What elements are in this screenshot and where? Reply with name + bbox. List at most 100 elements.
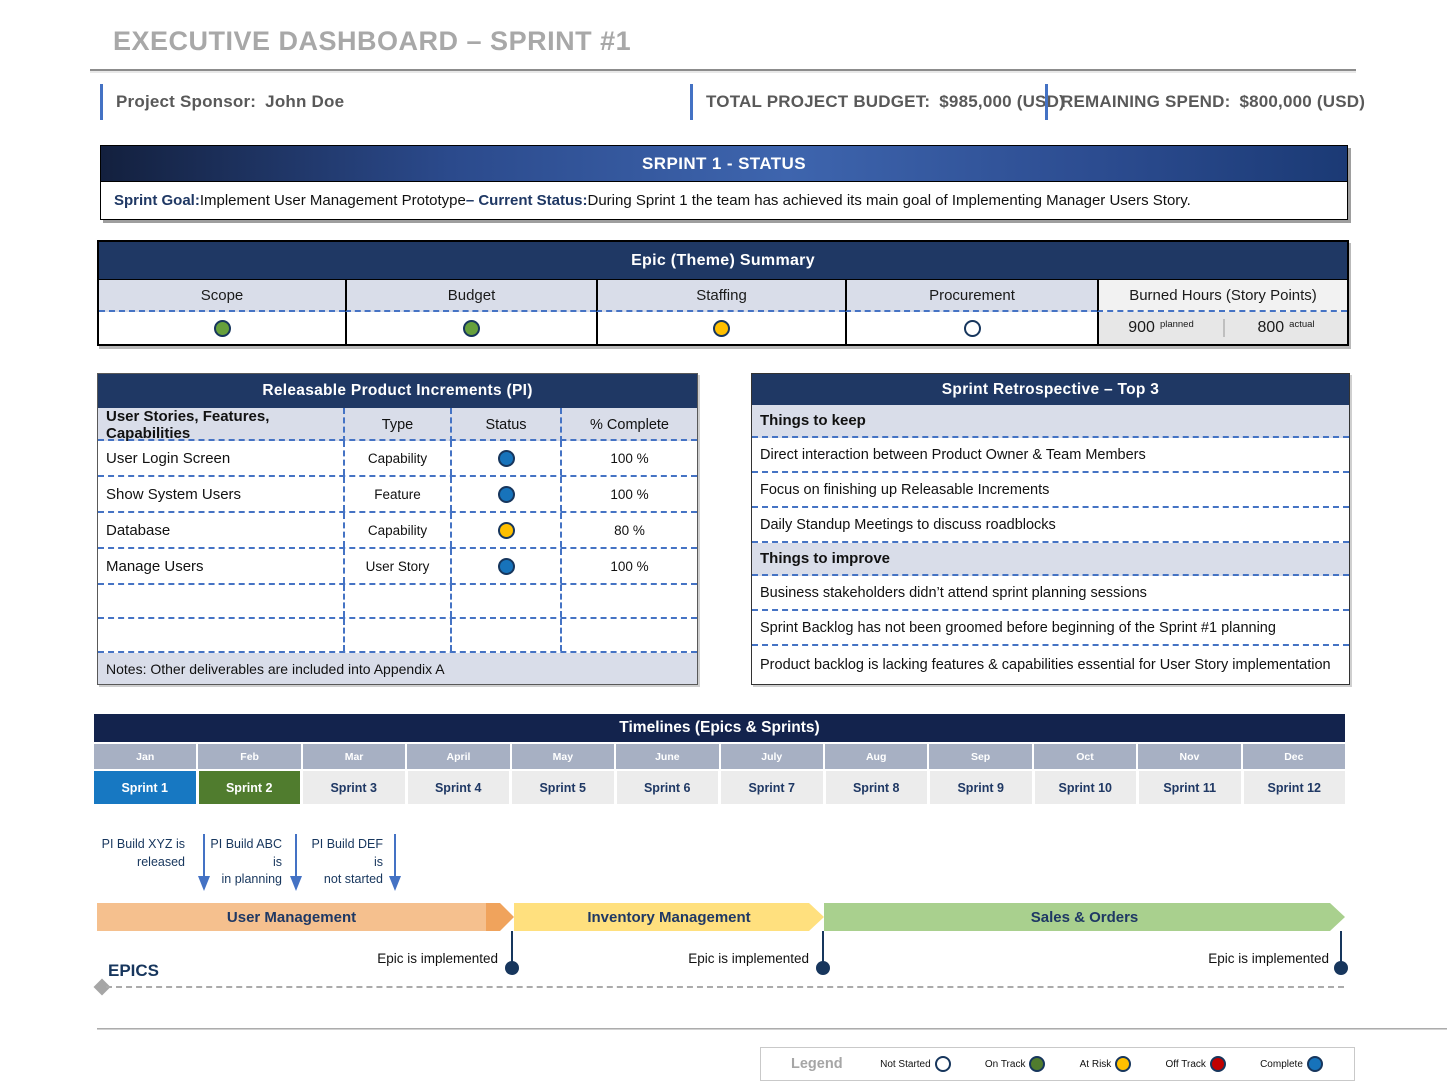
pi-row-name: Database xyxy=(98,513,343,547)
at-risk-status-dot xyxy=(713,320,730,337)
on-track-status-dot xyxy=(1029,1056,1045,1072)
epic-bar-user-management: User Management xyxy=(97,903,486,931)
sprint-cell: Sprint 4 xyxy=(408,771,510,804)
table-row: Manage Users User Story 100 % xyxy=(98,549,697,585)
month-cell: Jan xyxy=(94,744,196,769)
legend-item-not-started: Not Started xyxy=(880,1056,951,1072)
things-to-improve-header: Things to improve xyxy=(752,543,1349,576)
month-cell: Mar xyxy=(303,744,405,769)
sprint-cell: Sprint 6 xyxy=(617,771,719,804)
timeline-sprint-row: Sprint 1 Sprint 2 Sprint 3 Sprint 4 Spri… xyxy=(94,771,1345,804)
project-sponsor-value: John Doe xyxy=(265,92,344,112)
remaining-spend-value: $800,000 (USD) xyxy=(1239,92,1365,112)
budget-status-cell xyxy=(345,312,596,344)
legend-items: Not Started On Track At Risk Off Track C… xyxy=(863,1056,1354,1072)
staffing-status-cell xyxy=(596,312,845,344)
scope-header: Scope xyxy=(99,280,345,312)
pi-row-complete: 80 % xyxy=(560,513,697,547)
pi-row-status-cell xyxy=(450,477,560,511)
not-started-status-dot xyxy=(935,1056,951,1072)
legend: Legend Not Started On Track At Risk Off … xyxy=(760,1047,1355,1081)
legend-item-off-track: Off Track xyxy=(1166,1056,1226,1072)
pi-row-type: User Story xyxy=(343,549,450,583)
milestone-line xyxy=(511,931,513,963)
pi-row-name: Manage Users xyxy=(98,549,343,583)
table-row: User Login Screen Capability 100 % xyxy=(98,441,697,477)
total-budget-cell: TOTAL PROJECT BUDGET: $985,000 (USD) xyxy=(690,84,1065,120)
pi-row-name: Show System Users xyxy=(98,477,343,511)
table-row: Show System Users Feature 100 % xyxy=(98,477,697,513)
sprint-goal-label: Sprint Goal: xyxy=(114,192,200,209)
burned-hours-header: Burned Hours (Story Points) xyxy=(1097,280,1347,312)
sprint-goal-row: Sprint Goal: Implement User Management P… xyxy=(100,182,1348,220)
pi-row-complete: 100 % xyxy=(560,477,697,511)
sprint-cell: Sprint 7 xyxy=(721,771,823,804)
list-item: Focus on finishing up Releasable Increme… xyxy=(752,473,1349,508)
off-track-status-dot xyxy=(1210,1056,1226,1072)
sprint-cell: Sprint 3 xyxy=(303,771,405,804)
executive-dashboard-page: EXECUTIVE DASHBOARD – SPRINT #1 Project … xyxy=(0,0,1447,1087)
milestone-marker xyxy=(1334,961,1348,975)
complete-status-dot xyxy=(498,450,515,467)
epic-summary-grid: Scope Budget Staffing Procurement Burned… xyxy=(99,280,1347,344)
burned-actual-cell: 800 actual xyxy=(1223,319,1347,337)
pi-row-type: Capability xyxy=(343,513,450,547)
legend-item-at-risk: At Risk xyxy=(1080,1056,1132,1072)
burned-actual-suffix: actual xyxy=(1289,319,1314,330)
table-row-empty xyxy=(98,585,697,619)
pi-row-status-cell xyxy=(450,513,560,547)
down-arrow-icon xyxy=(388,834,402,892)
at-risk-status-dot xyxy=(498,522,515,539)
milestone-label: Epic is implemented xyxy=(1204,951,1329,966)
pi-col-header-status: Status xyxy=(450,408,560,442)
remaining-spend-label: REMAINING SPEND: xyxy=(1061,92,1230,112)
pi-row-name: User Login Screen xyxy=(98,441,343,475)
burned-planned-cell: 900 planned xyxy=(1099,319,1223,337)
remaining-spend-cell: REMAINING SPEND: $800,000 (USD) xyxy=(1045,84,1365,120)
scope-status-cell xyxy=(99,312,345,344)
pi-row-complete: 100 % xyxy=(560,441,697,475)
list-item: Business stakeholders didn’t attend spri… xyxy=(752,576,1349,611)
epic-bar-inventory-management: Inventory Management xyxy=(514,903,824,931)
on-track-status-dot xyxy=(463,320,480,337)
epic-summary-title: Epic (Theme) Summary xyxy=(99,242,1347,280)
page-title: EXECUTIVE DASHBOARD – SPRINT #1 xyxy=(113,26,631,57)
legend-item-on-track: On Track xyxy=(985,1056,1046,1072)
sprint-cell: Sprint 11 xyxy=(1139,771,1241,804)
sprint-cell: Sprint 12 xyxy=(1244,771,1346,804)
budget-header: Budget xyxy=(345,280,596,312)
project-sponsor-label: Project Sponsor: xyxy=(116,92,256,112)
title-divider xyxy=(90,69,1356,73)
pi-col-header-type: Type xyxy=(343,408,450,442)
table-row: Database Capability 80 % xyxy=(98,513,697,549)
month-cell: Feb xyxy=(198,744,300,769)
month-cell: Aug xyxy=(825,744,927,769)
list-item: Direct interaction between Product Owner… xyxy=(752,438,1349,473)
month-cell: April xyxy=(407,744,509,769)
list-item: Product backlog is lacking features & ca… xyxy=(752,646,1349,684)
down-arrow-icon xyxy=(289,834,303,892)
retrospective-title: Sprint Retrospective – Top 3 xyxy=(752,374,1349,405)
project-sponsor-cell: Project Sponsor: John Doe xyxy=(100,84,344,120)
sprint-status-block: SRPINT 1 - STATUS Sprint Goal: Implement… xyxy=(100,145,1348,220)
on-track-status-dot xyxy=(214,320,231,337)
epics-axis-line xyxy=(106,986,1344,988)
sprint-cell: Sprint 5 xyxy=(512,771,614,804)
epic-theme-summary-panel: Epic (Theme) Summary Scope Budget Staffi… xyxy=(97,240,1349,346)
milestone-marker xyxy=(816,961,830,975)
things-to-keep-header: Things to keep xyxy=(752,405,1349,438)
timeline-month-row: Jan Feb Mar April May June July Aug Sep … xyxy=(94,744,1345,769)
month-cell: Oct xyxy=(1034,744,1136,769)
pi-row-status-cell xyxy=(450,549,560,583)
sprint-goal-text: Implement User Management Prototype xyxy=(200,192,466,209)
milestone-marker xyxy=(505,961,519,975)
legend-item-complete: Complete xyxy=(1260,1056,1323,1072)
not-started-status-dot xyxy=(964,320,981,337)
epic-bar-user-management-arrowhead xyxy=(486,903,514,931)
table-row-empty xyxy=(98,619,697,653)
month-cell: Dec xyxy=(1243,744,1345,769)
pi-row-type: Capability xyxy=(343,441,450,475)
bottom-divider xyxy=(97,1028,1447,1030)
pi-build-annotation: PI Build XYZ is released xyxy=(95,836,185,871)
pi-panel-title: Releasable Product Increments (PI) xyxy=(98,374,697,408)
